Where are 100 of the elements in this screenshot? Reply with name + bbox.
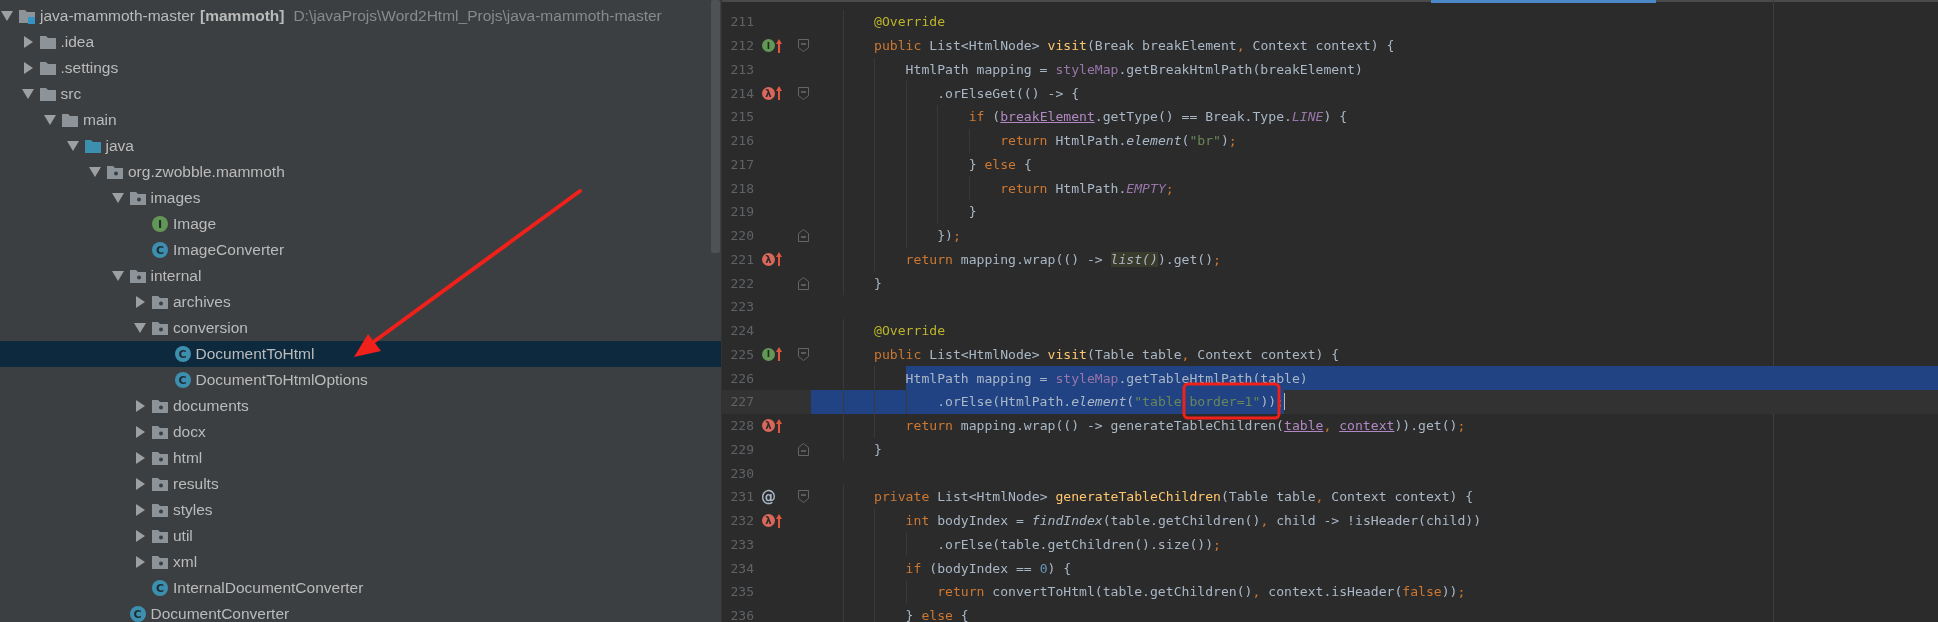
unfold-icon[interactable] xyxy=(798,229,809,243)
tree-row[interactable]: docx xyxy=(0,419,721,445)
collapsed-arrow-icon[interactable] xyxy=(133,426,147,438)
package-folder-icon xyxy=(151,320,169,336)
tree-row[interactable]: styles xyxy=(0,497,721,523)
collapsed-arrow-icon[interactable] xyxy=(133,530,147,542)
tree-row[interactable]: .settings xyxy=(0,55,721,81)
expanded-arrow-icon[interactable] xyxy=(133,322,147,334)
line-number: 218 xyxy=(729,180,754,196)
code-line: }); xyxy=(937,227,961,246)
folder-icon xyxy=(38,86,57,102)
tree-row[interactable]: src xyxy=(0,81,721,107)
tree-row[interactable]: java-mammoth-master [mammoth] D:\javaProjs\Word2Html_Projs\java-mammoth-master xyxy=(0,3,721,29)
tree-label: src xyxy=(60,85,82,103)
code-line: return HtmlPath.EMPTY; xyxy=(1000,179,1174,198)
collapsed-arrow-icon[interactable] xyxy=(133,556,147,568)
at-sign-icon[interactable]: @ xyxy=(762,490,775,504)
tree-row[interactable]: java xyxy=(0,133,721,159)
collapsed-arrow-icon[interactable] xyxy=(133,504,147,516)
line-number: 230 xyxy=(729,465,754,481)
selected-tree-row[interactable]: C DocumentToHtml xyxy=(0,341,721,367)
tree-row[interactable]: xml xyxy=(0,549,721,575)
tree-row[interactable]: org.zwobble.mammoth xyxy=(0,159,721,185)
collapsed-arrow-icon[interactable] xyxy=(133,478,147,490)
tree-row[interactable]: I Image xyxy=(0,211,721,237)
expanded-arrow-icon[interactable] xyxy=(110,192,125,204)
fold-icon[interactable] xyxy=(798,490,809,504)
collapsed-arrow-icon[interactable] xyxy=(133,400,147,412)
code-line: @Override xyxy=(874,13,946,32)
tree-label: DocumentToHtml xyxy=(195,345,315,363)
tree-label: org.zwobble.mammoth xyxy=(128,163,285,181)
up-arrow-icon xyxy=(776,347,782,362)
tree-row[interactable]: main xyxy=(0,107,721,133)
lambda-icon[interactable]: λ xyxy=(762,86,775,100)
fold-icon[interactable] xyxy=(798,347,809,361)
expanded-arrow-icon[interactable] xyxy=(0,10,14,22)
up-arrow-icon xyxy=(776,513,782,528)
package-folder-icon xyxy=(151,294,169,310)
tree-label: html xyxy=(173,449,203,467)
tree-row[interactable]: images xyxy=(0,185,721,211)
fold-icon[interactable] xyxy=(798,86,809,100)
unfold-icon[interactable] xyxy=(798,442,809,456)
project-path: D:\javaProjs\Word2Html_Projs\java-mammoth-master xyxy=(293,7,662,25)
unfold-icon[interactable] xyxy=(798,276,809,290)
code-line: return convertToHtml(table.getChildren(), context.isHeader(false)); xyxy=(937,583,1466,602)
tree-label: conversion xyxy=(173,319,248,337)
line-number: 215 xyxy=(729,109,754,125)
package-folder-icon xyxy=(151,528,169,544)
expanded-arrow-icon[interactable] xyxy=(88,166,102,178)
tree-row[interactable]: conversion xyxy=(0,315,721,341)
module-folder-icon xyxy=(18,8,36,24)
tree-label: ImageConverter xyxy=(173,241,285,259)
tree-row[interactable]: results xyxy=(0,471,721,497)
collapsed-arrow-icon[interactable] xyxy=(133,452,147,464)
lambda-icon[interactable]: λ xyxy=(762,514,775,528)
code-line: HtmlPath mapping = styleMap.getBreakHtmlPath(breakElement) xyxy=(905,60,1363,79)
lambda-icon[interactable]: λ xyxy=(762,252,775,266)
tree-row[interactable]: C ImageConverter xyxy=(0,237,721,263)
code-line: int bodyIndex = findIndex(table.getChildren(), child -> !isHeader(child)) xyxy=(905,512,1482,531)
folder-icon xyxy=(61,112,79,128)
line-number: 231 xyxy=(729,489,754,505)
tree-row[interactable]: .idea xyxy=(0,29,721,55)
implements-icon[interactable]: I xyxy=(762,39,775,53)
package-folder-icon xyxy=(151,424,169,440)
up-arrow-icon xyxy=(776,418,782,433)
tree-row[interactable]: C InternalDocumentConverter xyxy=(0,575,721,601)
expanded-arrow-icon[interactable] xyxy=(43,114,57,126)
package-folder-icon xyxy=(106,164,124,180)
up-arrow-icon xyxy=(776,38,782,53)
class-icon: C xyxy=(152,242,168,258)
expanded-arrow-icon[interactable] xyxy=(110,270,125,282)
tree-row[interactable]: internal xyxy=(0,263,721,289)
implements-icon[interactable]: I xyxy=(762,347,775,361)
line-number: 236 xyxy=(729,608,754,622)
project-name: java-mammoth-master xyxy=(40,7,196,25)
lambda-icon[interactable]: λ xyxy=(762,419,775,433)
line-number: 213 xyxy=(729,61,754,77)
tree-row[interactable]: archives xyxy=(0,289,721,315)
tree-label: InternalDocumentConverter xyxy=(173,579,364,597)
text-caret xyxy=(1284,393,1286,411)
line-number: 232 xyxy=(729,513,754,529)
tree-row[interactable]: html xyxy=(0,445,721,471)
tree-label: .idea xyxy=(60,33,95,51)
tree-label: DocumentConverter xyxy=(150,605,290,622)
line-number: 235 xyxy=(729,584,754,600)
tree-label: xml xyxy=(173,553,198,571)
expanded-arrow-icon[interactable] xyxy=(20,88,35,100)
folder-icon xyxy=(38,34,57,50)
code-line: } else { xyxy=(905,607,969,622)
tree-row[interactable]: C DocumentConverter xyxy=(0,601,721,622)
tree-row[interactable]: util xyxy=(0,523,721,549)
package-folder-icon xyxy=(151,554,169,570)
scrollbar[interactable] xyxy=(711,0,720,253)
class-icon: C xyxy=(174,372,191,388)
tree-row[interactable]: documents xyxy=(0,393,721,419)
expanded-arrow-icon[interactable] xyxy=(65,140,80,152)
tree-row[interactable]: C DocumentToHtmlOptions xyxy=(0,367,721,393)
fold-icon[interactable] xyxy=(798,39,809,53)
tree-label: documents xyxy=(173,397,249,415)
collapsed-arrow-icon[interactable] xyxy=(133,296,147,308)
